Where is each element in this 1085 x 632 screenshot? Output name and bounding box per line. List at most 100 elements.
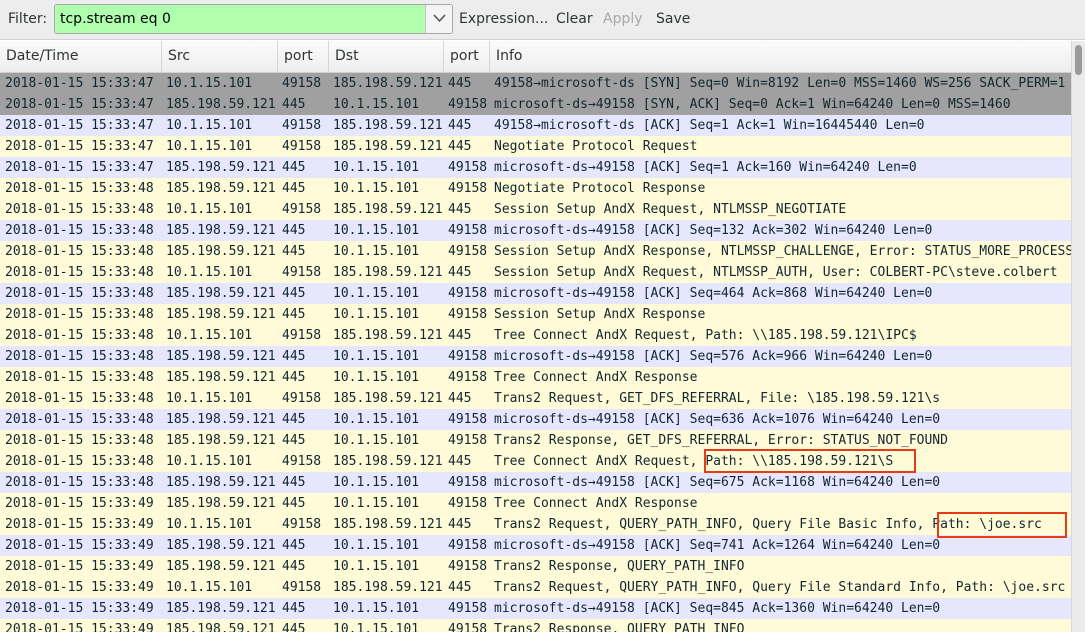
packet-dst-port-cell: 445 <box>448 118 472 133</box>
packet-src-cell: 10.1.15.101 <box>166 391 253 406</box>
packet-dst-cell: 10.1.15.101 <box>333 286 420 301</box>
packet-info-cell: microsoft-ds→49158 [ACK] Seq=132 Ack=302… <box>494 223 933 238</box>
packet-row[interactable]: 2018-01-15 15:33:48 10.1.15.101 49158 185.1… <box>0 388 1071 409</box>
packet-src-cell: 10.1.15.101 <box>166 580 253 595</box>
packet-list[interactable]: Date/Time Src port Dst port Info 2018-01… <box>0 41 1071 632</box>
packet-row[interactable]: 2018-01-15 15:33:47 10.1.15.101 49158 185.1… <box>0 115 1071 136</box>
packet-dst-cell: 10.1.15.101 <box>333 559 420 574</box>
packet-info-cell: microsoft-ds→49158 [ACK] Seq=576 Ack=966… <box>494 349 933 364</box>
packet-dst-cell: 10.1.15.101 <box>333 349 420 364</box>
packet-time-cell: 2018-01-15 15:33:48 <box>5 181 154 196</box>
packet-info-cell: Tree Connect AndX Request, Path: \\185.1… <box>494 454 894 469</box>
display-filter-input[interactable]: tcp.stream eq 0 <box>55 5 425 33</box>
packet-src-port-cell: 445 <box>282 97 306 112</box>
packet-src-cell: 10.1.15.101 <box>166 76 253 91</box>
packet-row[interactable]: 2018-01-15 15:33:48 185.198.59.121 445 10.1… <box>0 472 1071 493</box>
apply-button[interactable]: Apply <box>603 11 643 27</box>
packet-dst-port-cell: 49158 <box>448 370 488 385</box>
packet-src-cell: 10.1.15.101 <box>166 202 253 217</box>
packet-info-cell: Tree Connect AndX Response <box>494 370 698 385</box>
packet-src-cell: 185.198.59.121 <box>166 307 276 322</box>
packet-dst-port-cell: 49158 <box>448 538 488 553</box>
packet-time-cell: 2018-01-15 15:33:48 <box>5 328 154 343</box>
packet-src-cell: 185.198.59.121 <box>166 622 276 632</box>
packet-src-cell: 185.198.59.121 <box>166 370 276 385</box>
packet-row[interactable]: 2018-01-15 15:33:49 10.1.15.101 49158 185.1… <box>0 577 1071 598</box>
packet-dst-port-cell: 445 <box>448 76 472 91</box>
packet-dst-cell: 10.1.15.101 <box>333 181 420 196</box>
packet-src-cell: 185.198.59.121 <box>166 496 276 511</box>
packet-row[interactable]: 2018-01-15 15:33:47 185.198.59.121 445 10.1… <box>0 94 1071 115</box>
packet-src-cell: 185.198.59.121 <box>166 97 276 112</box>
packet-row[interactable]: 2018-01-15 15:33:49 185.198.59.121 445 10.1… <box>0 598 1071 619</box>
packet-row[interactable]: 2018-01-15 15:33:48 10.1.15.101 49158 185.1… <box>0 199 1071 220</box>
packet-row[interactable]: 2018-01-15 15:33:49 185.198.59.121 445 10.1… <box>0 619 1071 632</box>
packet-dst-port-cell: 49158 <box>448 286 488 301</box>
expression-button[interactable]: Expression... <box>459 11 548 27</box>
packet-src-cell: 185.198.59.121 <box>166 475 276 490</box>
packet-time-cell: 2018-01-15 15:33:48 <box>5 370 154 385</box>
column-header-src-port[interactable]: port <box>278 41 329 72</box>
column-header-dst[interactable]: Dst <box>329 41 444 72</box>
packet-dst-port-cell: 445 <box>448 517 472 532</box>
packet-row[interactable]: 2018-01-15 15:33:48 185.198.59.121 445 10.1… <box>0 178 1071 199</box>
packet-row[interactable]: 2018-01-15 15:33:48 10.1.15.101 49158 185.1… <box>0 325 1071 346</box>
column-header-info[interactable]: Info <box>490 41 1071 72</box>
packet-row[interactable]: 2018-01-15 15:33:48 185.198.59.121 445 10.1… <box>0 409 1071 430</box>
column-header-src[interactable]: Src <box>162 41 278 72</box>
packet-src-port-cell: 445 <box>282 181 306 196</box>
packet-row[interactable]: 2018-01-15 15:33:48 185.198.59.121 445 10.1… <box>0 304 1071 325</box>
packet-row[interactable]: 2018-01-15 15:33:47 185.198.59.121 445 10.1… <box>0 157 1071 178</box>
packet-src-port-cell: 445 <box>282 559 306 574</box>
filter-history-dropdown[interactable] <box>425 5 452 33</box>
packet-row[interactable]: 2018-01-15 15:33:49 10.1.15.101 49158 185.1… <box>0 514 1071 535</box>
packet-src-port-cell: 445 <box>282 370 306 385</box>
packet-dst-port-cell: 445 <box>448 265 472 280</box>
packet-row[interactable]: 2018-01-15 15:33:48 185.198.59.121 445 10.1… <box>0 430 1071 451</box>
packet-row[interactable]: 2018-01-15 15:33:48 10.1.15.101 49158 185.1… <box>0 262 1071 283</box>
packet-time-cell: 2018-01-15 15:33:49 <box>5 559 154 574</box>
packet-src-port-cell: 445 <box>282 538 306 553</box>
packet-row[interactable]: 2018-01-15 15:33:48 185.198.59.121 445 10.1… <box>0 346 1071 367</box>
packet-src-cell: 185.198.59.121 <box>166 433 276 448</box>
packet-time-cell: 2018-01-15 15:33:48 <box>5 223 154 238</box>
packet-dst-cell: 10.1.15.101 <box>333 412 420 427</box>
packet-time-cell: 2018-01-15 15:33:48 <box>5 433 154 448</box>
display-filter-combo[interactable]: tcp.stream eq 0 <box>54 4 453 34</box>
packet-row[interactable]: 2018-01-15 15:33:48 185.198.59.121 445 10.1… <box>0 241 1071 262</box>
packet-src-port-cell: 445 <box>282 622 306 632</box>
packet-info-cell: microsoft-ds→49158 [SYN, ACK] Seq=0 Ack=… <box>494 97 1011 112</box>
save-button[interactable]: Save <box>656 11 690 27</box>
packet-dst-port-cell: 445 <box>448 328 472 343</box>
packet-src-cell: 185.198.59.121 <box>166 601 276 616</box>
column-header-dst-port[interactable]: port <box>444 41 490 72</box>
packet-row[interactable]: 2018-01-15 15:33:48 10.1.15.101 49158 185.1… <box>0 451 1071 472</box>
packet-row[interactable]: 2018-01-15 15:33:49 185.198.59.121 445 10.1… <box>0 535 1071 556</box>
packet-row[interactable]: 2018-01-15 15:33:47 10.1.15.101 49158 185.1… <box>0 136 1071 157</box>
packet-row[interactable]: 2018-01-15 15:33:48 185.198.59.121 445 10.1… <box>0 283 1071 304</box>
packet-info-cell: Negotiate Protocol Request <box>494 139 698 154</box>
packet-dst-cell: 10.1.15.101 <box>333 538 420 553</box>
packet-time-cell: 2018-01-15 15:33:47 <box>5 97 154 112</box>
column-header-datetime[interactable]: Date/Time <box>0 41 162 72</box>
packet-src-port-cell: 49158 <box>282 328 322 343</box>
packet-info-cell: Session Setup AndX Request, NTLMSSP_NEGO… <box>494 202 847 217</box>
clear-button[interactable]: Clear <box>556 11 593 27</box>
packet-time-cell: 2018-01-15 15:33:48 <box>5 244 154 259</box>
vertical-scrollbar[interactable] <box>1071 41 1085 632</box>
packet-row[interactable]: 2018-01-15 15:33:48 185.198.59.121 445 10.1… <box>0 220 1071 241</box>
packet-info-cell: Trans2 Request, QUERY_PATH_INFO, Query F… <box>494 517 1042 532</box>
scrollbar-thumb[interactable] <box>1075 45 1082 75</box>
packet-row[interactable]: 2018-01-15 15:33:49 185.198.59.121 445 10.1… <box>0 493 1071 514</box>
packet-row[interactable]: 2018-01-15 15:33:48 185.198.59.121 445 10.1… <box>0 367 1071 388</box>
packet-dst-port-cell: 445 <box>448 454 472 469</box>
packet-dst-port-cell: 445 <box>448 139 472 154</box>
packet-time-cell: 2018-01-15 15:33:49 <box>5 601 154 616</box>
packet-info-cell: Trans2 Request, GET_DFS_REFERRAL, File: … <box>494 391 941 406</box>
packet-src-port-cell: 445 <box>282 601 306 616</box>
packet-time-cell: 2018-01-15 15:33:48 <box>5 349 154 364</box>
packet-row[interactable]: 2018-01-15 15:33:47 10.1.15.101 49158 185.1… <box>0 73 1071 94</box>
packet-row[interactable]: 2018-01-15 15:33:49 185.198.59.121 445 10.1… <box>0 556 1071 577</box>
packet-info-cell: Trans2 Response, QUERY_PATH_INFO <box>494 622 745 632</box>
packet-src-port-cell: 445 <box>282 475 306 490</box>
